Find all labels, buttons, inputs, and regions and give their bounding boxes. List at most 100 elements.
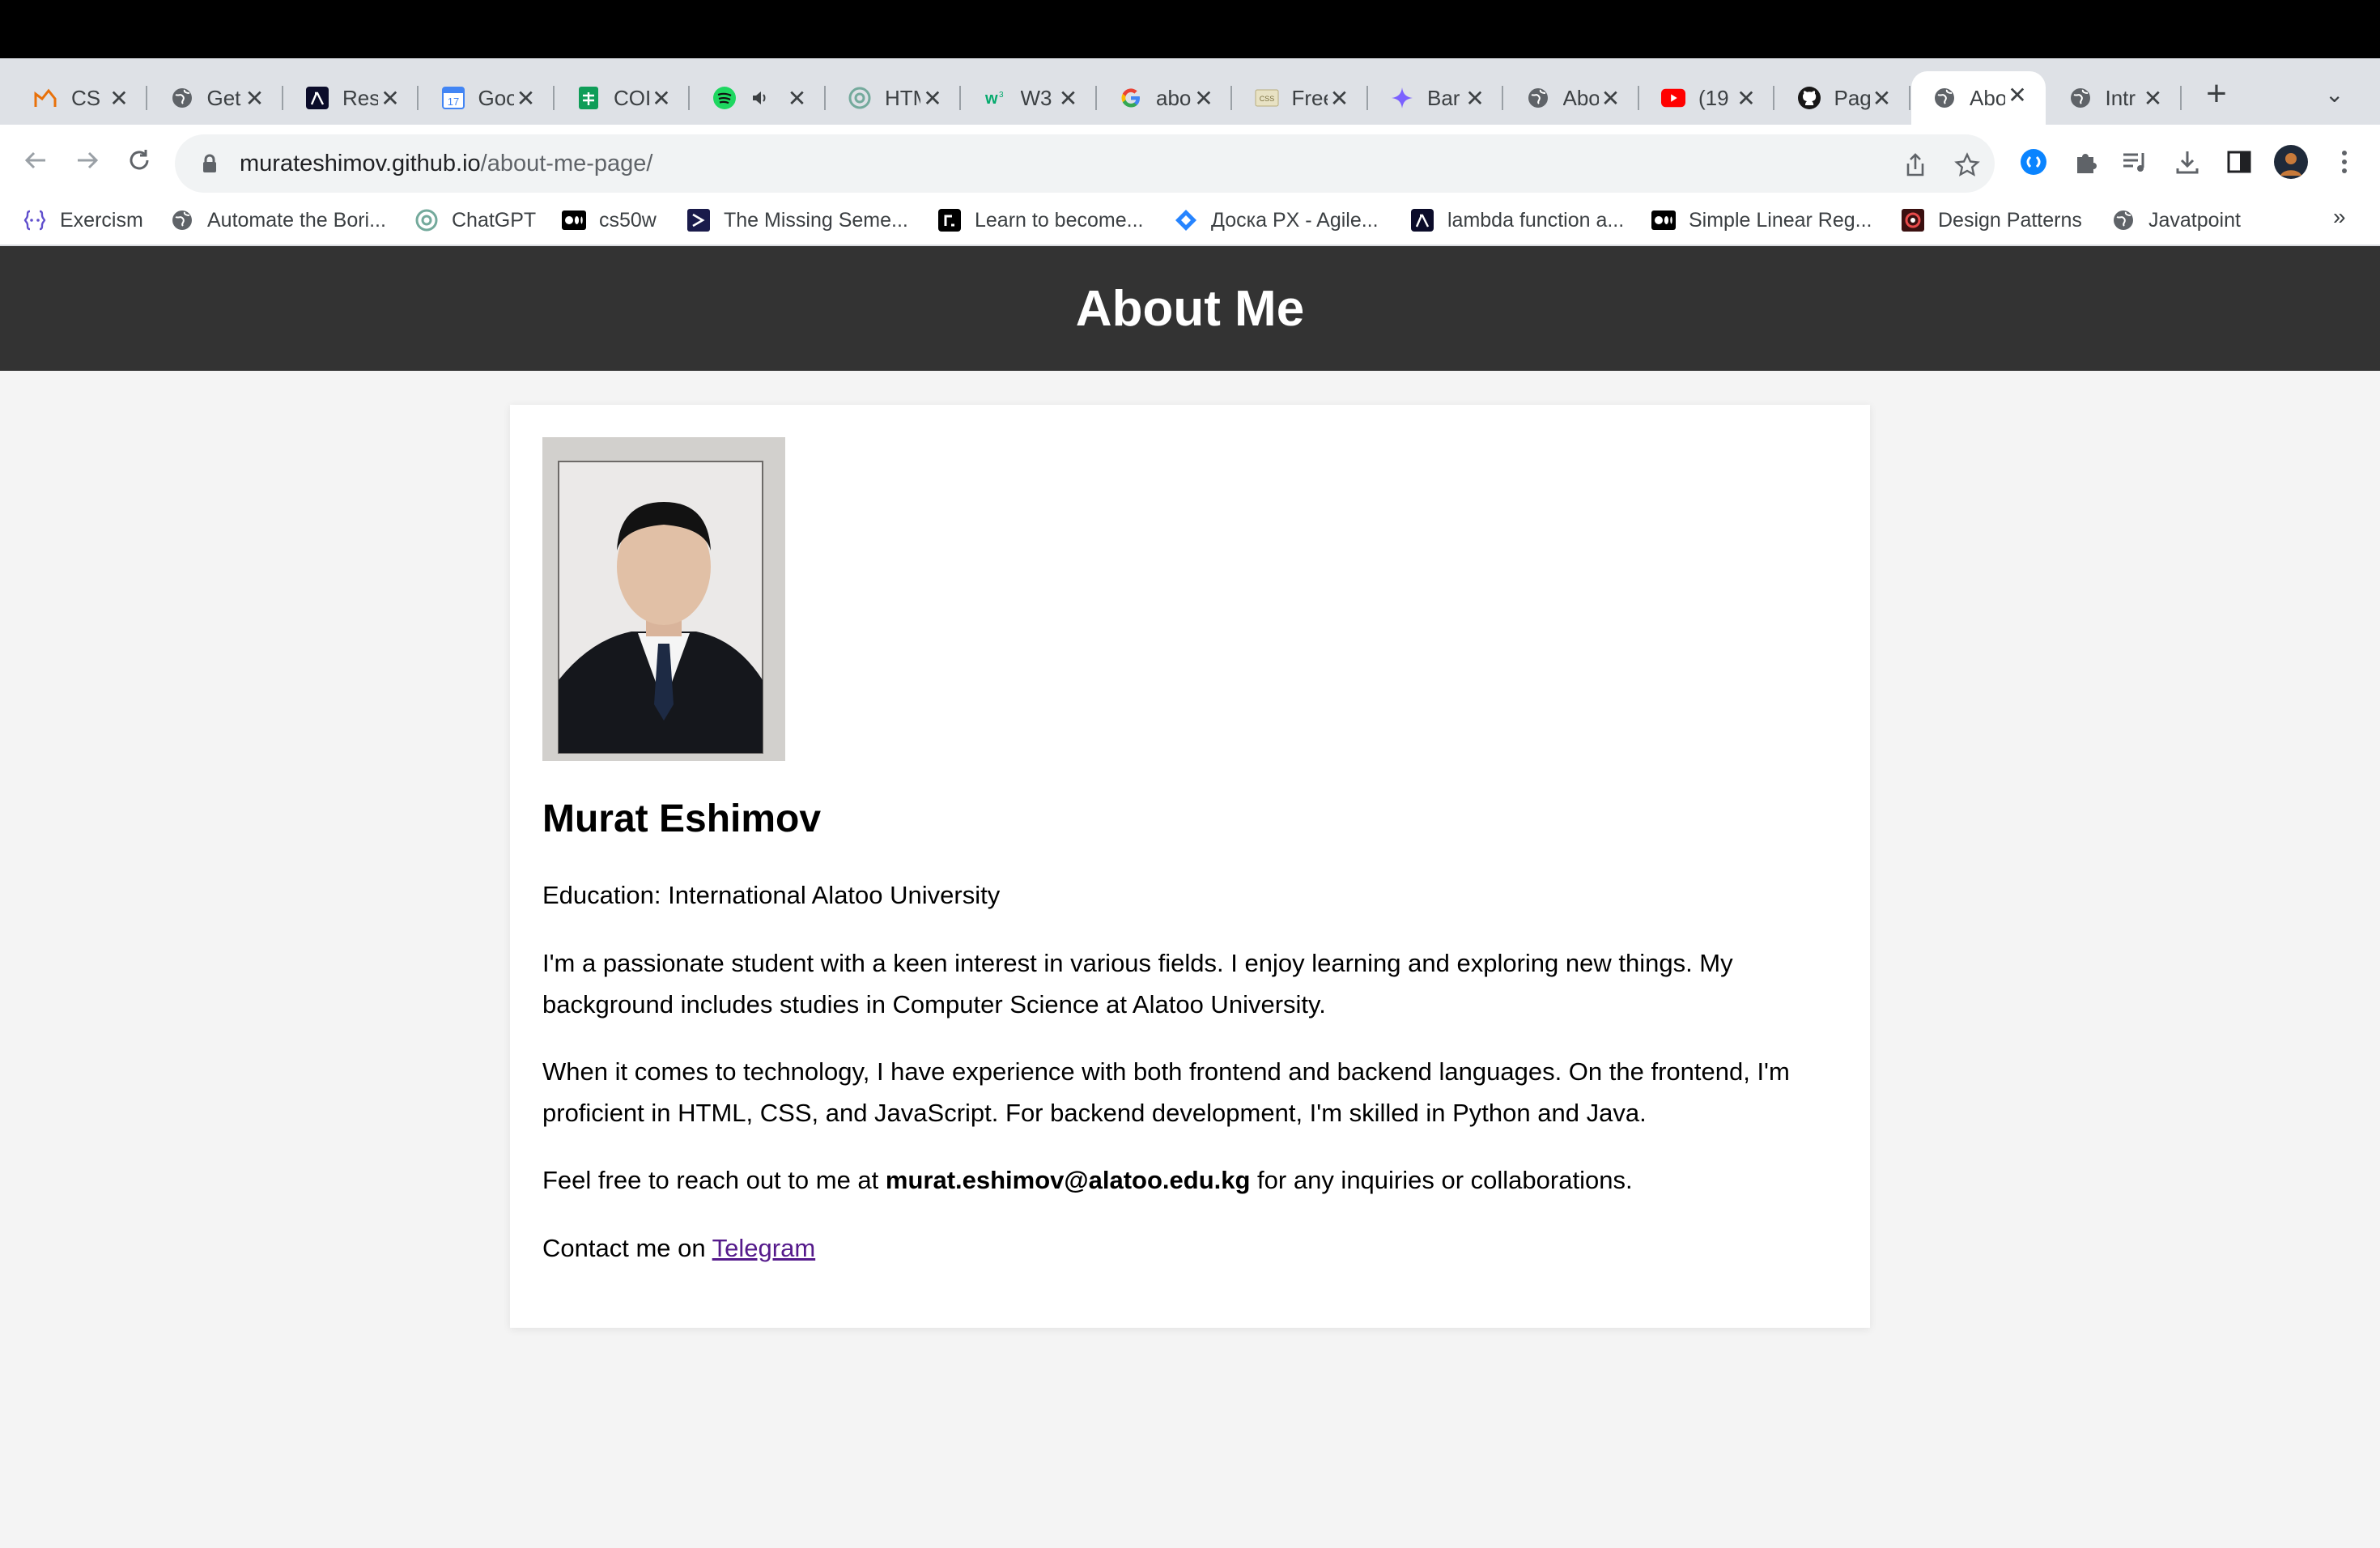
page-header: About Me xyxy=(0,246,2380,371)
browser-tab[interactable]: CS ✕ xyxy=(13,74,147,121)
bookmarks-overflow-icon[interactable]: » xyxy=(2333,204,2346,230)
bookmark-label: Доска PX - Agile... xyxy=(1211,208,1379,232)
close-icon[interactable]: ✕ xyxy=(241,84,269,112)
browser-tab[interactable]: Pag ✕ xyxy=(1776,74,1910,121)
speaker-icon[interactable] xyxy=(748,86,772,110)
back-button[interactable] xyxy=(18,142,53,178)
bookmark-item[interactable]: cs50w xyxy=(562,202,657,238)
bookmark-item[interactable]: ChatGPT xyxy=(414,202,536,238)
bookmark-label: cs50w xyxy=(599,208,657,232)
bookmark-label: Automate the Bori... xyxy=(207,208,386,232)
url-domain: murateshimov.github.io xyxy=(240,150,481,176)
browser-tab[interactable]: Abo ✕ xyxy=(1505,74,1639,121)
close-icon[interactable]: ✕ xyxy=(376,84,404,112)
profile-card: Murat Eshimov Education: International A… xyxy=(510,405,1870,1328)
browser-tab[interactable]: Abo ✕ xyxy=(1911,71,2046,125)
bookmark-item[interactable]: Exercism xyxy=(23,202,143,238)
bookmark-label: Exercism xyxy=(60,208,143,232)
calendar-icon: 17 xyxy=(441,86,465,110)
bookmark-label: The Missing Seme... xyxy=(724,208,908,232)
browser-tab[interactable]: abo ✕ xyxy=(1098,74,1232,121)
tab-title: Free xyxy=(1291,85,1328,110)
bookmark-item[interactable]: Доска PX - Agile... xyxy=(1174,202,1379,238)
telegram-link[interactable]: Telegram xyxy=(712,1234,816,1262)
telegram-prefix: Contact me on xyxy=(542,1234,712,1262)
reload-button[interactable] xyxy=(121,142,157,178)
close-icon[interactable]: ✕ xyxy=(2140,84,2167,112)
spotify-icon xyxy=(712,86,737,110)
person-name: Murat Eshimov xyxy=(542,797,822,840)
close-icon[interactable]: ✕ xyxy=(1732,84,1760,112)
browser-tab[interactable]: HTM✕ xyxy=(827,74,961,121)
lambda-icon xyxy=(305,86,329,110)
youtube-icon xyxy=(1661,86,1685,110)
close-icon[interactable]: ✕ xyxy=(512,84,540,112)
browser-tab[interactable]: ✕ xyxy=(691,74,826,121)
media-control-icon[interactable] xyxy=(2118,144,2153,180)
bookmark-item[interactable]: Javatpoint xyxy=(2111,202,2241,238)
close-icon[interactable]: ✕ xyxy=(1190,84,1218,112)
browser-tab[interactable]: w 3 W3 ✕ xyxy=(963,74,1097,121)
bookmark-star-icon[interactable] xyxy=(1951,149,1983,181)
bookmark-label: Learn to become... xyxy=(975,208,1144,232)
tab-separator xyxy=(1908,86,1910,110)
browser-tab[interactable]: Bar ✕ xyxy=(1369,74,1503,121)
browser-tab[interactable]: CSS Free✕ xyxy=(1234,74,1368,121)
close-icon[interactable]: ✕ xyxy=(1461,84,1489,112)
tab-title: HTM xyxy=(885,85,920,110)
refactoring-icon xyxy=(1901,208,1925,232)
medium-icon xyxy=(562,208,586,232)
close-icon[interactable]: ✕ xyxy=(1055,84,1082,112)
arrow-right-icon xyxy=(78,151,99,169)
tab-title: CS xyxy=(71,85,101,110)
close-icon[interactable]: ✕ xyxy=(1326,84,1354,112)
bookmark-item[interactable]: Automate the Bori... xyxy=(170,202,386,238)
bookmark-label: Simple Linear Reg... xyxy=(1689,208,1872,232)
browser-tab[interactable]: Get ✕ xyxy=(149,74,283,121)
bio-paragraph-2: When it comes to technology, I have expe… xyxy=(542,1057,1790,1127)
close-icon[interactable]: ✕ xyxy=(784,84,811,112)
new-tab-button[interactable]: + xyxy=(2194,71,2239,117)
contact-prefix: Feel free to reach out to me at xyxy=(542,1166,886,1194)
bookmark-item[interactable]: Simple Linear Reg... xyxy=(1651,202,1872,238)
tab-title: W3 xyxy=(1020,85,1052,110)
browser-tab[interactable]: COI ✕ xyxy=(555,74,690,121)
tab-separator xyxy=(823,86,826,110)
arrow-left-icon xyxy=(24,151,45,169)
side-panel-icon[interactable] xyxy=(2221,144,2257,180)
forward-button[interactable] xyxy=(70,142,105,178)
tab-separator xyxy=(1502,86,1503,110)
github-icon xyxy=(1797,86,1821,110)
close-icon[interactable]: ✕ xyxy=(1868,84,1896,112)
bookmark-item[interactable]: Design Patterns xyxy=(1901,202,2082,238)
close-icon[interactable]: ✕ xyxy=(919,84,946,112)
browser-tab[interactable]: Res ✕ xyxy=(284,74,419,121)
browser-tab[interactable]: (19 ✕ xyxy=(1640,74,1774,121)
browser-tab[interactable]: 17 Goo ✕ xyxy=(420,74,555,121)
address-bar[interactable]: murateshimov.github.io/about-me-page/ xyxy=(175,134,1995,193)
extensions-puzzle-icon[interactable] xyxy=(2068,144,2103,180)
tab-search-icon[interactable]: ⌄ xyxy=(2325,81,2344,108)
lock-icon[interactable] xyxy=(198,154,222,173)
svg-text:3: 3 xyxy=(999,91,1004,100)
menu-bar xyxy=(0,0,2380,58)
download-icon[interactable] xyxy=(2170,144,2205,180)
profile-avatar-icon[interactable] xyxy=(2273,144,2309,180)
close-icon[interactable]: ✕ xyxy=(1597,84,1625,112)
bookmark-item[interactable]: Learn to become... xyxy=(937,202,1143,238)
css-icon: CSS xyxy=(1255,86,1279,110)
tab-strip: CS✕Get✕Res✕17Goo✕COI✕✕HTM✕w3W3✕abo✕CSSFr… xyxy=(0,58,2380,125)
browser-tab[interactable]: Intr ✕ xyxy=(2047,74,2182,121)
reload-icon xyxy=(130,150,149,170)
close-icon[interactable]: ✕ xyxy=(2004,81,2031,108)
tab-title: Abo xyxy=(1562,85,1599,110)
bookmark-item[interactable]: lambda function a... xyxy=(1410,202,1624,238)
w3schools-icon: w3 xyxy=(984,86,1008,110)
bookmark-item[interactable]: The Missing Seme... xyxy=(686,202,908,238)
chrome-menu-icon[interactable] xyxy=(2327,144,2362,180)
tab-title: COI xyxy=(614,85,649,110)
close-icon[interactable]: ✕ xyxy=(648,84,675,112)
close-icon[interactable]: ✕ xyxy=(105,84,133,112)
shazam-extension-icon[interactable] xyxy=(2016,144,2051,180)
share-icon[interactable] xyxy=(1899,149,1932,181)
